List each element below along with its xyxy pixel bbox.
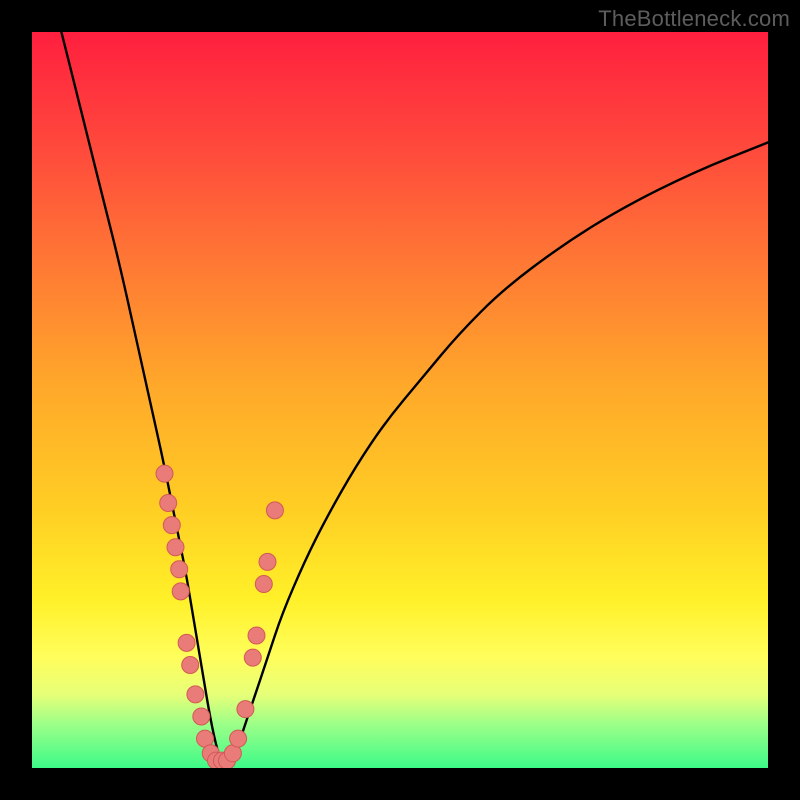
watermark-text: TheBottleneck.com	[598, 6, 790, 32]
scatter-dot	[259, 553, 276, 570]
scatter-dot	[156, 465, 173, 482]
scatter-dot	[182, 657, 199, 674]
scatter-dot	[237, 701, 254, 718]
scatter-dot	[163, 517, 180, 534]
chart-svg	[32, 32, 768, 768]
scatter-dot	[266, 502, 283, 519]
scatter-dot	[244, 649, 261, 666]
plot-area	[32, 32, 768, 768]
scatter-dot	[160, 495, 177, 512]
scatter-dots	[156, 465, 283, 768]
scatter-dot	[171, 561, 188, 578]
bottleneck-curve	[61, 32, 768, 768]
scatter-dot	[187, 686, 204, 703]
scatter-dot	[167, 539, 184, 556]
chart-frame: TheBottleneck.com	[0, 0, 800, 800]
scatter-dot	[193, 708, 210, 725]
scatter-dot	[255, 576, 272, 593]
scatter-dot	[172, 583, 189, 600]
scatter-dot	[230, 730, 247, 747]
scatter-dot	[178, 634, 195, 651]
scatter-dot	[248, 627, 265, 644]
